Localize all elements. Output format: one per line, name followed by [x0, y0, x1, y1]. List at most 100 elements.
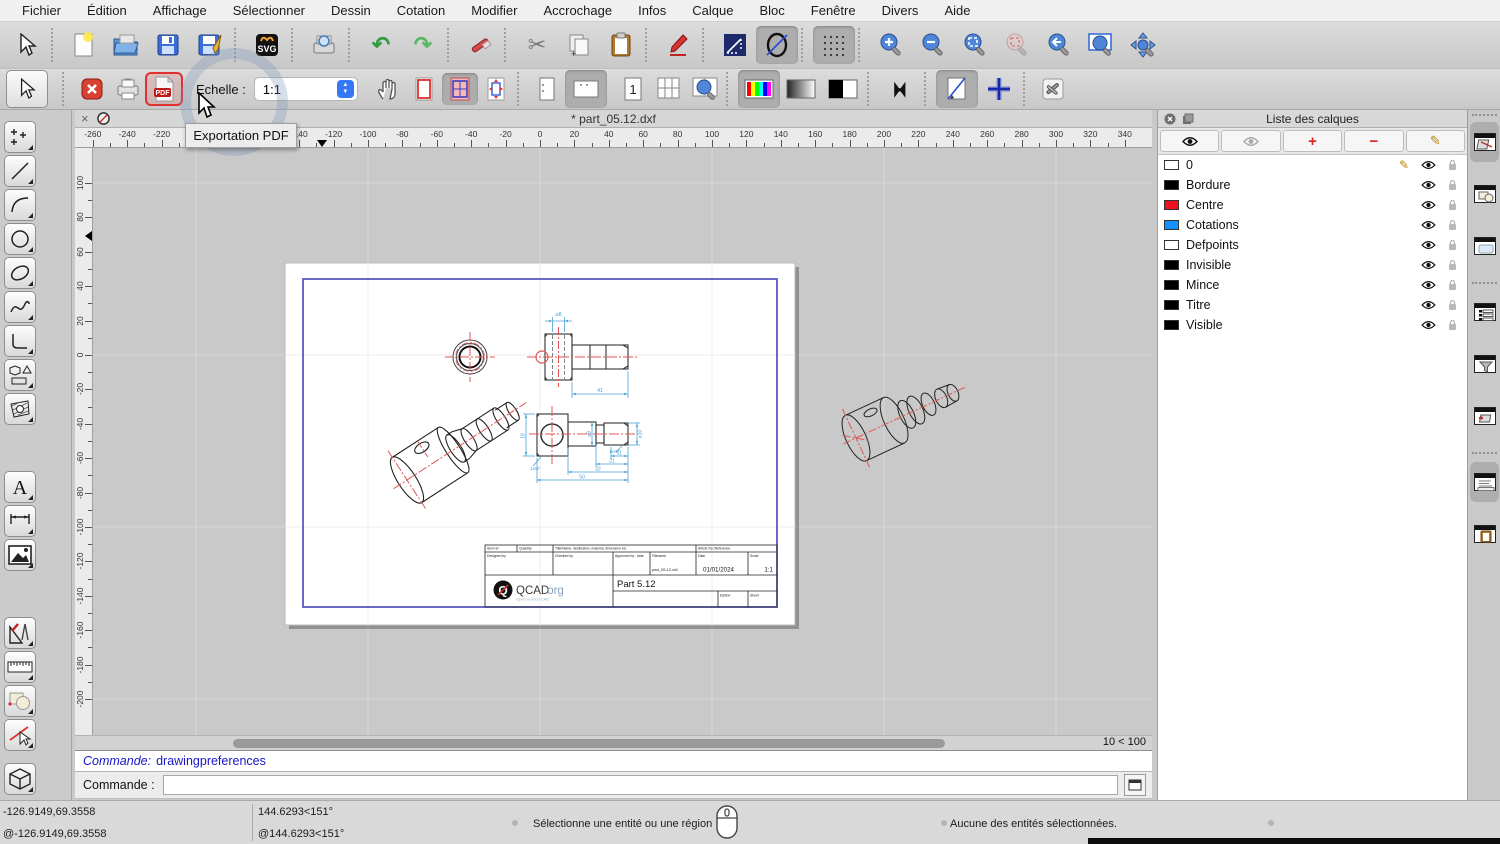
cut-button[interactable]: ✂: [516, 26, 558, 64]
grid-toggle-button[interactable]: [813, 26, 855, 64]
line-mode-button[interactable]: [714, 26, 756, 64]
menu-item-édition[interactable]: Édition: [87, 3, 127, 18]
delete-button[interactable]: [459, 26, 501, 64]
svg-export-button[interactable]: SVG: [246, 26, 288, 64]
dimension-tool[interactable]: [4, 505, 36, 537]
remove-layer-button[interactable]: −: [1344, 130, 1404, 152]
print-preview-button[interactable]: [303, 26, 345, 64]
multi-page-button[interactable]: [651, 73, 687, 105]
zoom-in-button[interactable]: [870, 26, 912, 64]
zoom-selection-button[interactable]: [996, 26, 1038, 64]
open-file-button[interactable]: [105, 26, 147, 64]
zoom-window-button[interactable]: [1080, 26, 1122, 64]
layer-row-centre[interactable]: Centre: [1158, 195, 1467, 215]
save-button[interactable]: [147, 26, 189, 64]
pointer-tool-button[interactable]: [6, 26, 48, 64]
dock-clipboard-button[interactable]: [1470, 514, 1499, 554]
line-tool[interactable]: [4, 155, 36, 187]
command-input[interactable]: [162, 775, 1118, 795]
tools-button[interactable]: [1035, 73, 1071, 105]
shape-tool[interactable]: [4, 359, 36, 391]
measure-tool[interactable]: [4, 651, 36, 683]
layer-row-mince[interactable]: Mince: [1158, 275, 1467, 295]
lock-icon[interactable]: [1448, 279, 1457, 291]
lock-icon[interactable]: [1448, 299, 1457, 311]
menu-item-divers[interactable]: Divers: [882, 3, 919, 18]
scrollbar-thumb[interactable]: [233, 739, 945, 748]
new-file-button[interactable]: [63, 26, 105, 64]
image-tool[interactable]: [4, 539, 36, 571]
spline-tool[interactable]: [4, 291, 36, 323]
ellipse-tool[interactable]: [4, 257, 36, 289]
hatch-tool[interactable]: [4, 393, 36, 425]
zoom-auto-button[interactable]: [954, 26, 996, 64]
full-color-button[interactable]: [737, 70, 780, 108]
dock-reference-button[interactable]: [1470, 396, 1499, 436]
dock-list-view-button[interactable]: [1470, 292, 1499, 332]
show-paper-borders-button[interactable]: [406, 73, 442, 105]
layer-row-titre[interactable]: Titre: [1158, 295, 1467, 315]
polyline-tool[interactable]: [4, 325, 36, 357]
lock-icon[interactable]: [1448, 239, 1457, 251]
pan-zoom-button[interactable]: [1122, 26, 1164, 64]
layer-row-bordure[interactable]: Bordure: [1158, 175, 1467, 195]
lock-icon[interactable]: [1448, 179, 1457, 191]
hide-all-layers-button[interactable]: [1221, 130, 1281, 152]
layer-row-cotations[interactable]: Cotations: [1158, 215, 1467, 235]
lock-icon[interactable]: [1448, 319, 1457, 331]
modify-tool[interactable]: [4, 617, 36, 649]
dock-property-editor-button[interactable]: [1470, 226, 1499, 266]
menu-item-sélectionner[interactable]: Sélectionner: [233, 3, 305, 18]
eye-icon[interactable]: [1420, 260, 1436, 270]
menu-item-affichage[interactable]: Affichage: [153, 3, 207, 18]
lock-icon[interactable]: [1448, 199, 1457, 211]
menu-item-bloc[interactable]: Bloc: [759, 3, 784, 18]
layer-row-visible[interactable]: Visible: [1158, 315, 1467, 335]
close-preview-button[interactable]: [74, 73, 110, 105]
dock-layer-list-button[interactable]: [1470, 122, 1499, 162]
lock-icon[interactable]: [1448, 259, 1457, 271]
drawing-preferences-button[interactable]: [935, 70, 978, 108]
dock-selection-filter-button[interactable]: [1470, 344, 1499, 384]
redo-button[interactable]: ↷: [402, 26, 444, 64]
menu-item-dessin[interactable]: Dessin: [331, 3, 371, 18]
crosshair-button[interactable]: [978, 70, 1020, 108]
print-button[interactable]: [110, 73, 146, 105]
menu-item-cotation[interactable]: Cotation: [397, 3, 445, 18]
layer-row-invisible[interactable]: Invisible: [1158, 255, 1467, 275]
undo-button[interactable]: ↶: [360, 26, 402, 64]
grayscale-button[interactable]: [780, 70, 822, 108]
save-as-button[interactable]: [189, 26, 231, 64]
select-tool[interactable]: [4, 719, 36, 751]
drawing-viewport[interactable]: × * part_05.12.dxf -260-240-220-200-180-…: [75, 110, 1152, 750]
menu-item-calque[interactable]: Calque: [692, 3, 733, 18]
single-page-button[interactable]: 1: [615, 73, 651, 105]
menu-item-fichier[interactable]: Fichier: [22, 3, 61, 18]
eye-icon[interactable]: [1420, 180, 1436, 190]
arc-tool[interactable]: [4, 189, 36, 221]
circle-tool[interactable]: [4, 223, 36, 255]
zoom-previous-button[interactable]: [1038, 26, 1080, 64]
eye-icon[interactable]: [1420, 300, 1436, 310]
edit-layer-button[interactable]: ✎: [1405, 130, 1466, 152]
lineweight-scale-button[interactable]: [879, 70, 921, 108]
menu-item-modifier[interactable]: Modifier: [471, 3, 517, 18]
menu-item-accrochage[interactable]: Accrochage: [543, 3, 612, 18]
circle-mode-button[interactable]: [756, 26, 798, 64]
draw-edit-button[interactable]: [657, 26, 699, 64]
text-tool[interactable]: A: [4, 471, 36, 503]
eye-icon[interactable]: [1420, 200, 1436, 210]
black-white-button[interactable]: [822, 70, 864, 108]
eye-icon[interactable]: [1420, 220, 1436, 230]
page-overlay-button[interactable]: [441, 73, 478, 105]
copy-button[interactable]: +: [558, 26, 600, 64]
scale-select[interactable]: 1:1 ▲ ▼: [253, 77, 358, 101]
add-layer-button[interactable]: +: [1282, 130, 1343, 152]
eye-icon[interactable]: [1420, 160, 1436, 170]
eye-icon[interactable]: [1420, 280, 1436, 290]
fit-to-page-button[interactable]: [478, 73, 514, 105]
layer-row-0[interactable]: 0 ✎: [1158, 155, 1467, 175]
eye-icon[interactable]: [1420, 240, 1436, 250]
eye-icon[interactable]: [1420, 320, 1436, 330]
menu-item-fenêtre[interactable]: Fenêtre: [811, 3, 856, 18]
